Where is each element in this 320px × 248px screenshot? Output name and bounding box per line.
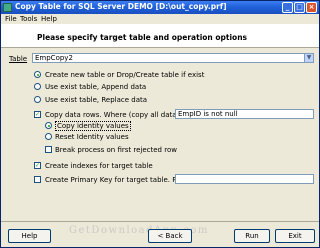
create-indexes-checkbox[interactable]: ✓ <box>34 162 41 169</box>
radio-create-table[interactable] <box>34 71 41 78</box>
app-icon <box>3 3 12 12</box>
header-text: Please specify target table and operatio… <box>37 33 247 42</box>
radio-copy-identity-label[interactable]: Copy identity values <box>55 121 131 131</box>
table-label: Table <box>9 55 28 63</box>
where-input[interactable]: EmpID is not null <box>175 109 314 119</box>
copy-data-checkbox[interactable]: ✓ <box>34 111 41 118</box>
radio-create-table-label[interactable]: Create new table or Drop/Create table if… <box>45 71 204 79</box>
app-window: Copy Table for SQL Server DEMO [D:\out_c… <box>0 0 320 248</box>
menu-file[interactable]: File <box>5 15 17 23</box>
footer-separator <box>1 221 319 222</box>
radio-copy-identity[interactable] <box>45 122 52 129</box>
pk-name-input[interactable] <box>175 174 314 184</box>
radio-append-data[interactable] <box>34 83 41 90</box>
maximize-button[interactable]: □ <box>294 2 305 13</box>
radio-replace-data[interactable] <box>34 96 41 103</box>
table-value: EmpCopy2 <box>35 54 73 62</box>
menu-tools[interactable]: Tools <box>20 15 37 23</box>
menu-bar: File Tools Help <box>1 14 319 24</box>
radio-append-data-label[interactable]: Use exist table, Append data <box>45 83 146 91</box>
close-button[interactable]: × <box>306 2 317 13</box>
break-on-reject-label[interactable]: Break process on first rejected row <box>55 146 177 154</box>
table-combobox[interactable]: EmpCopy2 ▼ <box>32 53 314 63</box>
radio-reset-identity[interactable] <box>45 133 52 140</box>
menu-help[interactable]: Help <box>41 15 57 23</box>
create-indexes-label[interactable]: Create indexes for target table <box>45 162 153 170</box>
minimize-button[interactable]: _ <box>282 2 293 13</box>
window-title: Copy Table for SQL Server DEMO [D:\out_c… <box>15 2 227 11</box>
radio-replace-data-label[interactable]: Use exist table, Replace data <box>45 96 147 104</box>
create-pk-checkbox[interactable] <box>34 176 41 183</box>
exit-button[interactable]: Exit <box>275 229 315 243</box>
back-button[interactable]: < Back <box>148 229 192 243</box>
run-button[interactable]: Run <box>234 229 270 243</box>
header-panel: Please specify target table and operatio… <box>1 24 319 48</box>
radio-reset-identity-label[interactable]: Reset Identity values <box>55 133 129 141</box>
break-on-reject-checkbox[interactable] <box>45 146 52 153</box>
help-button[interactable]: Help <box>8 229 51 243</box>
chevron-down-icon[interactable]: ▼ <box>304 54 313 62</box>
title-bar[interactable]: Copy Table for SQL Server DEMO [D:\out_c… <box>1 1 319 14</box>
